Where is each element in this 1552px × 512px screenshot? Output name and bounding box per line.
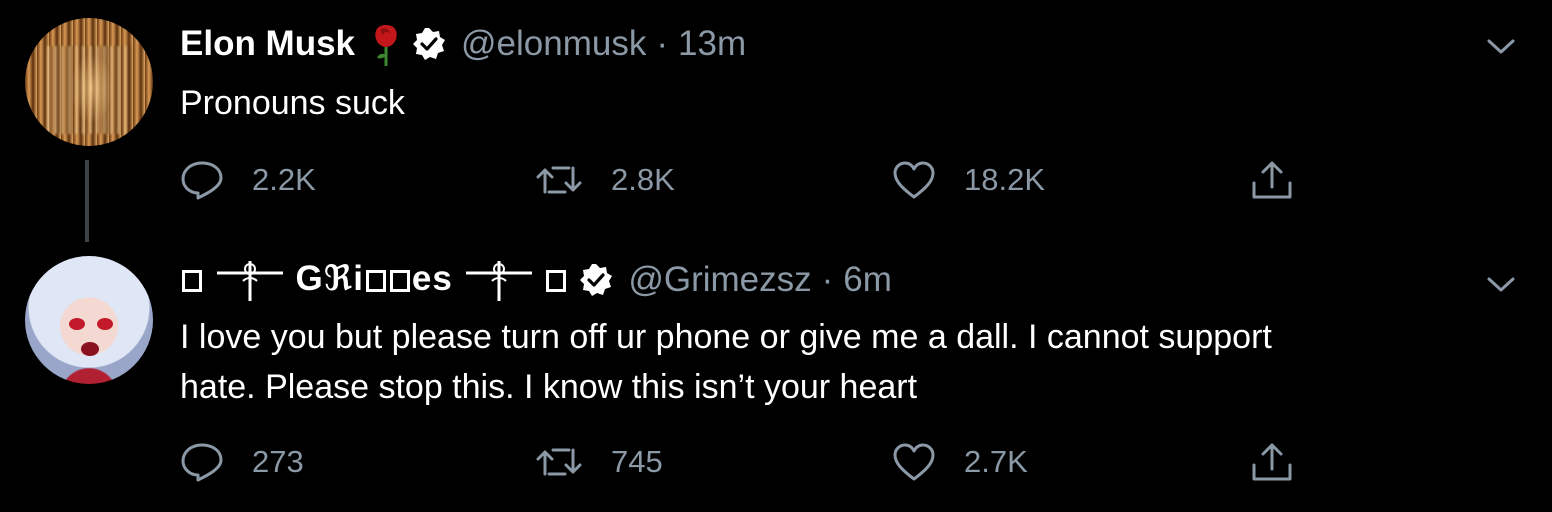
timestamp[interactable]: 6m bbox=[843, 260, 892, 300]
separator-dot: · bbox=[821, 260, 834, 299]
like-button[interactable]: 2.7K bbox=[892, 440, 1028, 484]
missing-glyph-box bbox=[546, 269, 567, 292]
retweet-count: 745 bbox=[611, 444, 663, 479]
retweet-button[interactable]: 2.8K bbox=[535, 158, 675, 202]
missing-glyph-box bbox=[389, 269, 410, 292]
author-name-part: G bbox=[295, 259, 324, 299]
reply-count: 273 bbox=[252, 444, 304, 479]
share-icon bbox=[1252, 161, 1292, 199]
dagger-rose-symbol-icon bbox=[216, 260, 283, 301]
tweet-actions: 2.2K 2.8K 18.2K bbox=[180, 158, 1320, 202]
retweet-icon bbox=[536, 166, 582, 194]
author-name-part: ℜi bbox=[323, 259, 364, 299]
tweet-elonmusk[interactable]: Elon Musk @elonmusk · 13m Pronouns suck bbox=[0, 0, 1552, 250]
like-count: 18.2K bbox=[964, 162, 1046, 197]
verified-badge-icon bbox=[578, 262, 614, 298]
avatar[interactable] bbox=[25, 256, 153, 384]
reply-icon bbox=[181, 161, 223, 200]
retweet-icon bbox=[536, 448, 582, 476]
chevron-down-icon[interactable] bbox=[1486, 274, 1516, 294]
tweet-text: Pronouns suck bbox=[180, 84, 405, 122]
thread-connector-line bbox=[85, 160, 89, 242]
reply-button[interactable]: 2.2K bbox=[180, 158, 316, 202]
dagger-rose-symbol-icon bbox=[465, 260, 532, 301]
avatar[interactable] bbox=[25, 18, 153, 146]
retweet-count: 2.8K bbox=[611, 162, 675, 197]
share-icon bbox=[1252, 443, 1292, 481]
timestamp[interactable]: 13m bbox=[678, 24, 746, 64]
tweet-text-line: I love you but please turn off ur phone … bbox=[180, 318, 1272, 356]
like-count: 2.7K bbox=[964, 444, 1028, 479]
share-button[interactable] bbox=[1250, 440, 1322, 484]
like-icon bbox=[893, 443, 935, 481]
rose-emoji-icon bbox=[371, 21, 401, 67]
separator-dot: · bbox=[656, 24, 669, 63]
author-name[interactable]: Gℜi es bbox=[180, 259, 568, 301]
reply-count: 2.2K bbox=[252, 162, 316, 197]
like-button[interactable]: 18.2K bbox=[892, 158, 1045, 202]
reply-icon bbox=[181, 443, 223, 482]
reply-button[interactable]: 273 bbox=[180, 440, 304, 484]
author-name-part: es bbox=[411, 259, 453, 299]
tweet-header: Elon Musk @elonmusk · 13m bbox=[180, 22, 746, 66]
tweet-header: Gℜi es @Grimezsz · 6m bbox=[180, 258, 892, 302]
missing-glyph-box bbox=[182, 269, 202, 292]
tweet-actions: 273 745 2.7K bbox=[180, 440, 1320, 484]
retweet-button[interactable]: 745 bbox=[535, 440, 663, 484]
verified-badge-icon bbox=[411, 26, 447, 62]
share-button[interactable] bbox=[1250, 158, 1322, 202]
missing-glyph-box bbox=[365, 269, 386, 292]
tweet-grimezsz[interactable]: Gℜi es @Grimezsz · 6m I love you but plea… bbox=[0, 250, 1552, 512]
tweet-text: I love you but please turn off ur phone … bbox=[180, 312, 1520, 412]
chevron-down-icon[interactable] bbox=[1486, 36, 1516, 56]
author-name[interactable]: Elon Musk bbox=[180, 24, 355, 64]
author-handle[interactable]: @Grimezsz bbox=[628, 260, 811, 300]
like-icon bbox=[893, 161, 935, 199]
tweet-text-line: hate. Please stop this. I know this isn’… bbox=[180, 368, 918, 406]
author-handle[interactable]: @elonmusk bbox=[461, 24, 646, 64]
